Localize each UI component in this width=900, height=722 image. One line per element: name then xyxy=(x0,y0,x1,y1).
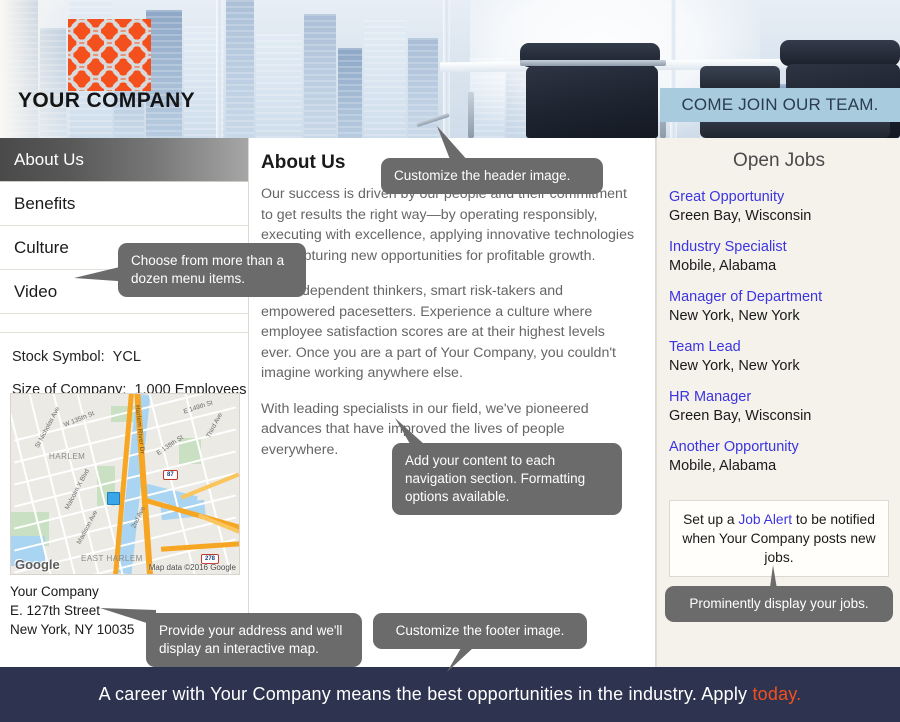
location-map[interactable]: St Nicholas Ave W 135th St HARLEM Malcol… xyxy=(10,393,240,575)
sidebar-item-about-us[interactable]: About Us xyxy=(0,138,248,182)
main-content: About Us Our success is driven by our pe… xyxy=(249,138,656,667)
fact-stock-symbol: Stock Symbol: YCL xyxy=(12,349,248,365)
open-jobs-title: Open Jobs xyxy=(733,150,825,171)
job-title-link[interactable]: Great Opportunity xyxy=(669,188,900,207)
google-watermark: Google xyxy=(15,557,60,572)
footer-main-text: A career with Your Company means the bes… xyxy=(98,684,753,704)
fact-value: YCL xyxy=(112,349,141,365)
callout-text: Customize the footer image. xyxy=(395,623,565,638)
callout-text: Customize the header image. xyxy=(394,168,571,183)
job-title-link[interactable]: Industry Specialist xyxy=(669,238,900,257)
callout-text: Choose from more than a dozen menu items… xyxy=(131,253,285,286)
job-location: Green Bay, Wisconsin xyxy=(669,408,812,424)
left-wash xyxy=(0,0,70,138)
about-paragraph-1: Our success is driven by our people and … xyxy=(261,186,635,264)
job-title-link[interactable]: Another Opportunity xyxy=(669,438,900,457)
callout-text: Prominently display your jobs. xyxy=(689,596,869,611)
chair-headrest xyxy=(780,40,900,66)
job-location: Mobile, Alabama xyxy=(669,458,777,474)
footer-highlight: today. xyxy=(752,684,802,704)
callout-address-map: Provide your address and we'll display a… xyxy=(146,613,362,667)
job-title-link[interactable]: HR Manager xyxy=(669,388,900,407)
map-highway-shield: 87 xyxy=(163,470,178,480)
callout-menu-items: Choose from more than a dozen menu items… xyxy=(118,243,306,297)
office-chair xyxy=(526,66,658,138)
list-item[interactable]: Team Lead New York, New York xyxy=(669,338,900,376)
map-location-marker[interactable] xyxy=(107,492,120,505)
job-location: Green Bay, Wisconsin xyxy=(669,208,812,224)
address-line-1: Your Company xyxy=(10,584,99,599)
site-header: YOUR COMPANY COME JOIN OUR TEAM. xyxy=(0,0,900,138)
footer-text: A career with Your Company means the bes… xyxy=(99,684,802,705)
callout-tail xyxy=(447,648,473,672)
callout-text: Provide your address and we'll display a… xyxy=(159,623,343,656)
list-item[interactable]: HR Manager Green Bay, Wisconsin xyxy=(669,388,900,426)
job-location: New York, New York xyxy=(669,308,800,324)
chair-frame xyxy=(520,60,666,66)
company-facts: Stock Symbol: YCL Size of Company: 1,000 E… xyxy=(0,333,248,398)
sidebar-item-label: About Us xyxy=(14,149,84,169)
callout-jobs: Prominently display your jobs. xyxy=(665,586,893,622)
list-item[interactable]: Great Opportunity Green Bay, Wisconsin xyxy=(669,188,900,226)
window-mullion xyxy=(216,0,223,138)
left-sidebar: About Us Benefits Culture Video Stock Sy… xyxy=(0,138,249,667)
callout-text: Add your content to each navigation sect… xyxy=(405,453,586,504)
about-paragraph-2: Join independent thinkers, smart risk-ta… xyxy=(261,283,616,381)
map-label: HARLEM xyxy=(49,452,86,461)
job-title-link[interactable]: Manager of Department xyxy=(669,288,900,307)
map-label: EAST HARLEM xyxy=(81,554,143,563)
sidebar-item-label: Video xyxy=(14,281,58,301)
job-alert-prefix: Set up a xyxy=(683,512,739,527)
fact-label: Stock Symbol: xyxy=(12,349,105,365)
join-team-banner: COME JOIN OUR TEAM. xyxy=(660,88,900,122)
company-name: YOUR COMPANY xyxy=(18,89,196,112)
callout-header-image: Customize the header image. xyxy=(381,158,603,194)
callout-footer-image: Customize the footer image. xyxy=(373,613,587,649)
sidebar-divider xyxy=(0,314,248,333)
join-team-banner-text: COME JOIN OUR TEAM. xyxy=(681,95,879,114)
site-footer: A career with Your Company means the bes… xyxy=(0,667,900,722)
list-item[interactable]: Another Opportunity Mobile, Alabama xyxy=(669,438,900,476)
company-logo-icon xyxy=(68,19,151,91)
callout-content: Add your content to each navigation sect… xyxy=(392,443,622,515)
map-attribution: Map data ©2016 Google xyxy=(148,563,236,572)
sidebar-item-benefits[interactable]: Benefits xyxy=(0,182,248,226)
job-location: Mobile, Alabama xyxy=(669,258,777,274)
list-item[interactable]: Manager of Department New York, New York xyxy=(669,288,900,326)
job-title-link[interactable]: Team Lead xyxy=(669,338,900,357)
sidebar-item-label: Culture xyxy=(14,237,69,257)
sidebar-item-label: Benefits xyxy=(14,193,76,213)
job-alert-link[interactable]: Job Alert xyxy=(738,512,792,527)
job-location: New York, New York xyxy=(669,358,800,374)
list-item[interactable]: Industry Specialist Mobile, Alabama xyxy=(669,238,900,276)
